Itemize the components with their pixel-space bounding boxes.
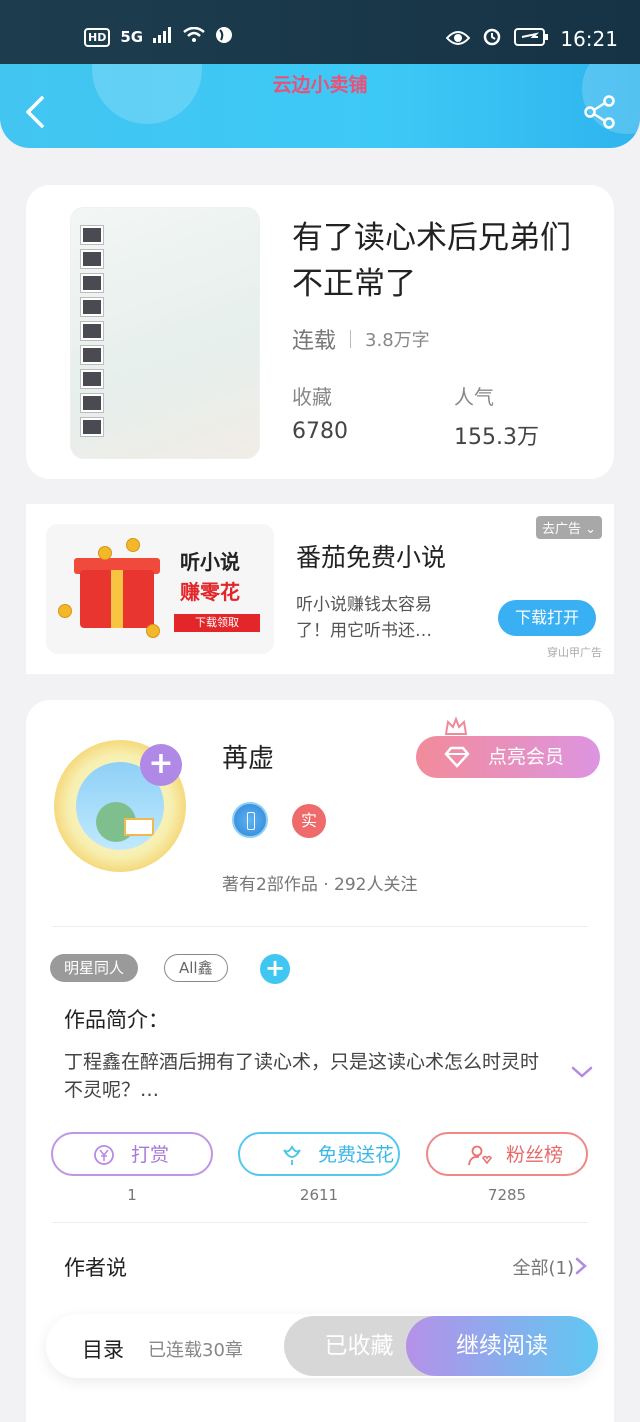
- reward-button[interactable]: 打赏: [51, 1132, 213, 1176]
- verified-badge[interactable]: 实: [292, 804, 326, 838]
- vip-button-label: 点亮会员: [488, 746, 565, 768]
- fans-count: 7285: [487, 1186, 527, 1204]
- author-name: 苒虚: [222, 744, 275, 774]
- share-icon: [584, 95, 615, 129]
- network-type: 5G: [120, 28, 144, 46]
- book-cover[interactable]: [70, 207, 260, 459]
- fans-ranking-button[interactable]: 粉丝榜: [426, 1132, 588, 1176]
- status-bar: HD 5G 16:21: [0, 0, 640, 64]
- globe-icon: [215, 26, 233, 48]
- hd-indicator: HD: [84, 27, 111, 47]
- book-info-card: 有了读心术后兄弟们不正常了 连载 3.8万字 收藏 6780 人气 155.3万: [26, 185, 614, 479]
- popularity-value: 155.3万: [454, 425, 539, 450]
- add-tag-button[interactable]: +: [260, 954, 290, 984]
- remove-ad-button[interactable]: 去广告 ⌄: [535, 516, 602, 539]
- book-illustration: [124, 818, 154, 836]
- ad-image-button: 下载领取: [174, 614, 260, 632]
- reward-count: 1: [127, 1186, 137, 1204]
- divider: [52, 1222, 588, 1223]
- top-header: 云边小卖铺: [0, 64, 640, 148]
- tag-all-xin[interactable]: All鑫: [164, 954, 228, 982]
- page-title: 云边小卖铺: [272, 74, 368, 96]
- ad-image-subtitle: 赚零花: [180, 580, 240, 604]
- popularity-label: 人气: [454, 385, 494, 409]
- chapter-count: 已连载30章: [148, 1340, 243, 1361]
- flower-count: 2611: [299, 1186, 339, 1204]
- fans-ranking-label: 粉丝榜: [506, 1144, 564, 1166]
- back-button[interactable]: [22, 94, 50, 130]
- table-of-contents-button[interactable]: 目录: [82, 1334, 124, 1364]
- signal-icon: [153, 27, 173, 47]
- reward-label: 打赏: [131, 1144, 170, 1166]
- user-heart-icon: [468, 1145, 492, 1166]
- favorites-label: 收藏: [292, 385, 332, 409]
- flower-icon: [283, 1145, 301, 1165]
- send-flower-button[interactable]: 免费送花: [238, 1132, 400, 1176]
- author-says-all-link[interactable]: 全部(1): [513, 1254, 575, 1280]
- author-says-label: 作者说: [64, 1256, 127, 1280]
- ad-title: 番茄免费小说: [296, 543, 447, 572]
- eye-icon: [446, 27, 471, 51]
- chevron-left-icon: [26, 96, 44, 128]
- chevron-down-icon: ⌄: [585, 522, 596, 537]
- continue-reading-button[interactable]: 继续阅读: [406, 1316, 598, 1376]
- follow-button[interactable]: +: [140, 744, 182, 786]
- ad-image[interactable]: 听小说 赚零花 下载领取: [46, 524, 274, 654]
- book-status-row: 连载 3.8万字: [292, 323, 430, 355]
- yen-coin-icon: [94, 1145, 114, 1165]
- battery-icon: [514, 27, 549, 51]
- clock-time: 16:21: [560, 26, 618, 51]
- tag-star-fanfic[interactable]: 明星同人: [50, 954, 139, 982]
- ad-download-button[interactable]: 下载打开: [498, 600, 596, 636]
- ad-source: 穿山甲广告: [547, 646, 602, 659]
- ad-banner[interactable]: 听小说 赚零花 下载领取 去广告 ⌄ 番茄免费小说 听小说赚钱太容易了！用它听书…: [26, 504, 614, 674]
- cover-photo-strip: [81, 226, 107, 436]
- ad-image-title: 听小说: [180, 550, 240, 574]
- divider: [350, 330, 352, 348]
- vip-button[interactable]: 点亮会员: [416, 736, 600, 778]
- chevron-down-icon[interactable]: [570, 1064, 594, 1080]
- share-button[interactable]: [582, 94, 618, 130]
- favorites-value: 6780: [292, 419, 348, 444]
- remove-ad-label: 去广告: [541, 522, 581, 537]
- wifi-icon: [183, 26, 205, 47]
- crown-icon: [444, 716, 468, 735]
- author-level-badge[interactable]: [232, 802, 268, 838]
- send-flower-label: 免费送花: [318, 1144, 395, 1166]
- serial-status: 连载: [292, 329, 337, 354]
- word-count: 3.8万字: [365, 330, 430, 351]
- bottom-action-bar: 目录 已连载30章 已收藏 继续阅读: [46, 1314, 598, 1378]
- chevron-right-icon[interactable]: [574, 1256, 588, 1276]
- book-title: 有了读心术后兄弟们不正常了: [292, 220, 571, 302]
- intro-label: 作品简介：: [64, 1008, 169, 1032]
- intro-text: 丁程鑫在醉酒后拥有了读心术，只是这读心术怎么时灵时不灵呢？…: [64, 1051, 540, 1101]
- ad-description: 听小说赚钱太容易了！用它听书还…: [296, 595, 432, 641]
- alarm-icon: [482, 26, 502, 51]
- divider: [52, 926, 588, 927]
- diamond-icon: [444, 746, 470, 768]
- author-meta: 著有2部作品 · 292人关注: [222, 875, 418, 895]
